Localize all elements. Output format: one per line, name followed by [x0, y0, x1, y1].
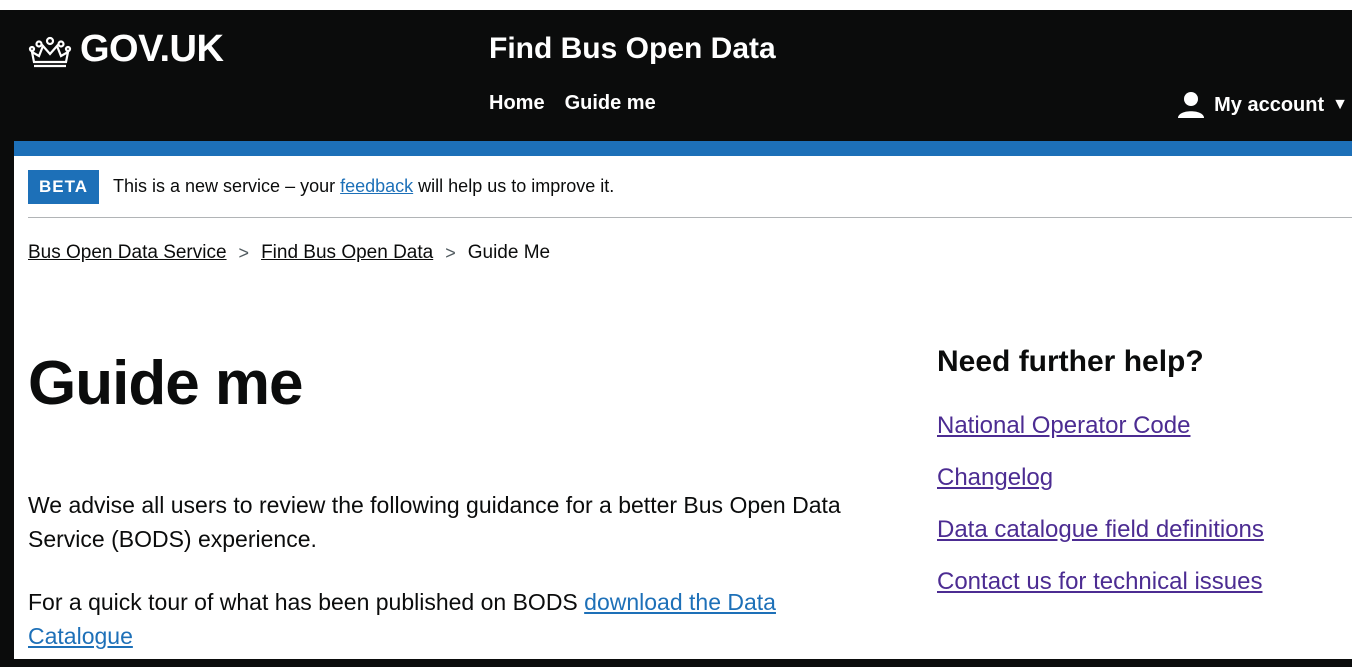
feedback-link[interactable]: feedback: [340, 176, 413, 196]
help-heading: Need further help?: [937, 345, 1204, 378]
top-margin: [0, 0, 1352, 10]
nav-home-link[interactable]: Home: [489, 92, 545, 115]
beta-message: This is a new service – your feedback wi…: [113, 176, 614, 197]
help-link-item: Changelog: [937, 464, 1264, 516]
bottom-border: [0, 659, 1352, 667]
breadcrumb-bods-link[interactable]: Bus Open Data Service: [28, 242, 227, 264]
page-frame: GOV.UK Find Bus Open Data Home Guide me …: [0, 0, 1352, 667]
logo-text: GOV.UK: [80, 28, 224, 70]
technical-issues-link[interactable]: Contact us for technical issues: [937, 568, 1263, 595]
intro-paragraph: We advise all users to review the follow…: [28, 492, 841, 552]
phase-banner: BETA This is a new service – your feedba…: [28, 156, 1352, 218]
national-operator-code-link[interactable]: National Operator Code: [937, 412, 1190, 439]
account-label: My account: [1214, 93, 1325, 116]
beta-text-before: This is a new service – your: [113, 176, 341, 196]
breadcrumb: Bus Open Data Service > Find Bus Open Da…: [28, 242, 550, 264]
help-link-item: National Operator Code: [937, 412, 1264, 464]
quick-tour-paragraph: For a quick tour of what has been publis…: [28, 585, 878, 653]
help-link-item: Contact us for technical issues: [937, 568, 1264, 620]
user-icon: [1178, 92, 1205, 118]
service-name[interactable]: Find Bus Open Data: [489, 32, 776, 66]
header-nav: Home Guide me: [489, 92, 656, 115]
page-title: Guide me: [28, 349, 304, 418]
chevron-right-icon: >: [445, 242, 456, 263]
breadcrumb-find-link[interactable]: Find Bus Open Data: [261, 242, 433, 264]
govuk-logo-link[interactable]: GOV.UK: [28, 28, 224, 71]
left-border: [0, 10, 14, 667]
beta-text-after: will help us to improve it.: [413, 176, 615, 196]
nav-guide-me-link[interactable]: Guide me: [565, 92, 656, 115]
site-header: GOV.UK Find Bus Open Data Home Guide me …: [14, 10, 1352, 141]
chevron-right-icon: >: [238, 242, 250, 263]
chevron-down-icon: ▼: [1332, 96, 1348, 113]
account-menu-button[interactable]: My account ▼: [1176, 90, 1348, 120]
help-links-list: National Operator Code Changelog Data ca…: [937, 412, 1264, 620]
breadcrumb-current: Guide Me: [467, 242, 551, 263]
help-link-item: Data catalogue field definitions: [937, 516, 1264, 568]
header-blue-bar: [14, 141, 1352, 156]
quick-tour-text: For a quick tour of what has been publis…: [28, 589, 585, 615]
beta-tag: BETA: [28, 169, 100, 204]
changelog-link[interactable]: Changelog: [937, 464, 1053, 491]
crown-icon: [28, 36, 72, 67]
field-definitions-link[interactable]: Data catalogue field definitions: [937, 516, 1264, 543]
